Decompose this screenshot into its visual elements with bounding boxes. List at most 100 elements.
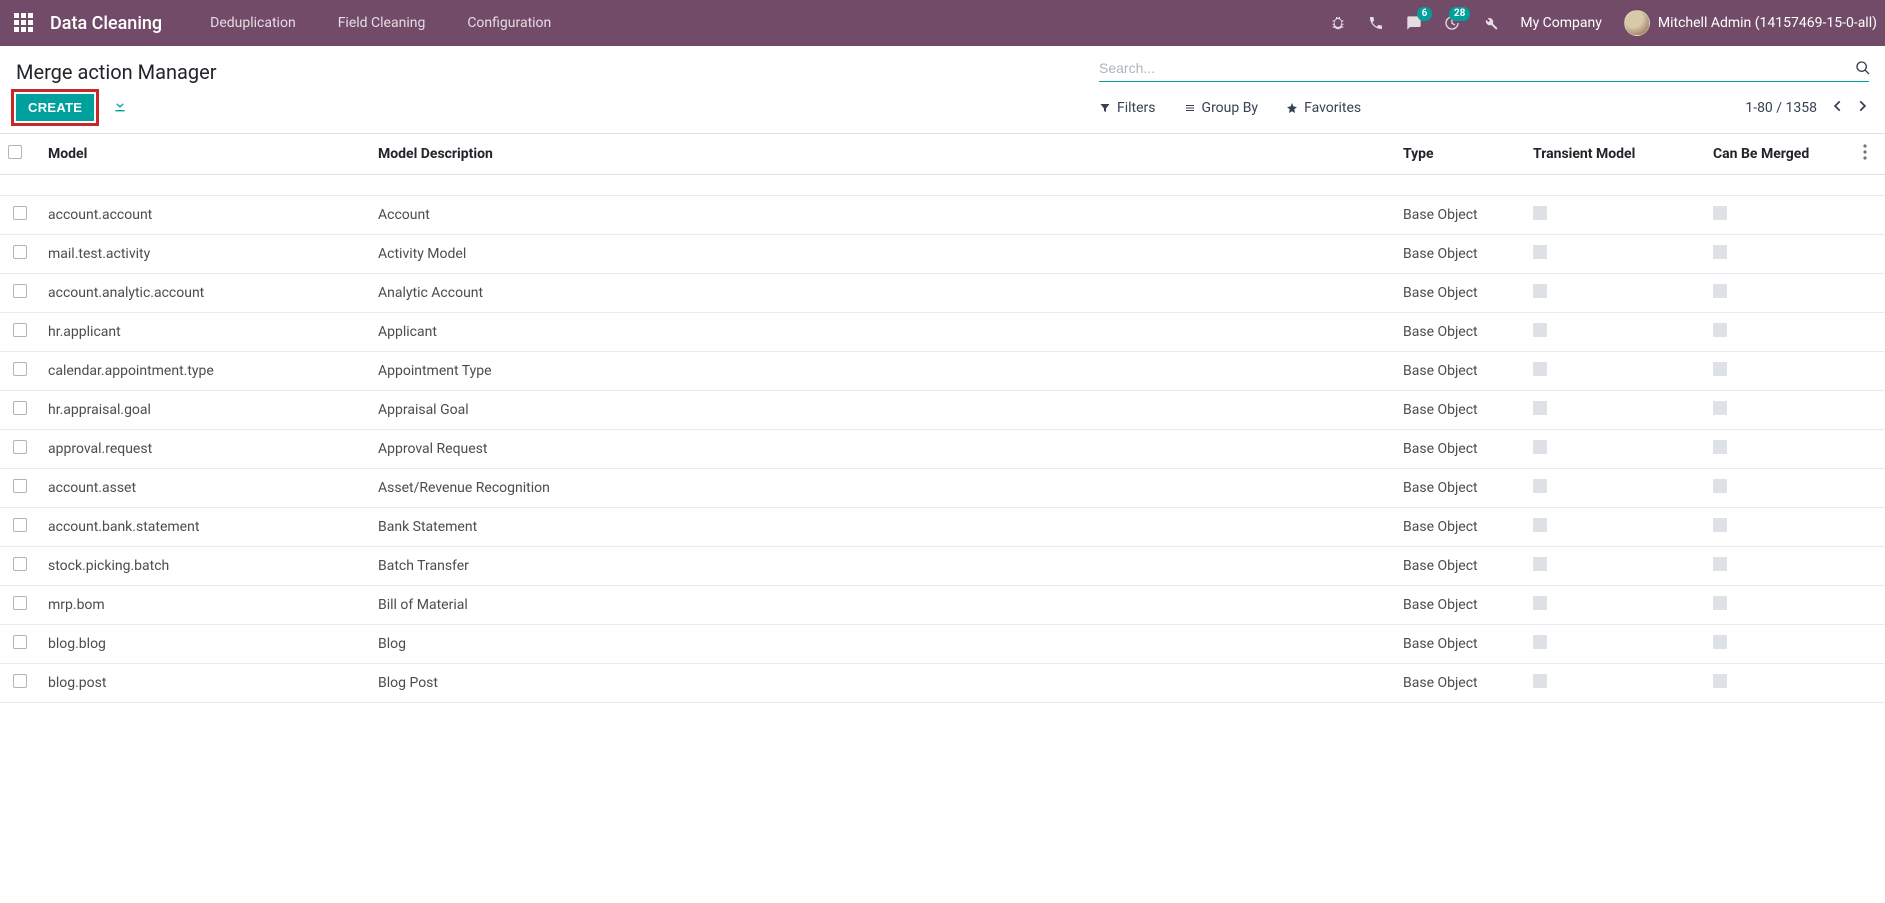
header-can-merge[interactable]: Can Be Merged — [1705, 134, 1855, 175]
table-row[interactable]: calendar.appointment.typeAppointment Typ… — [0, 352, 1885, 391]
cell-model: approval.request — [40, 430, 370, 469]
cell-can-merge — [1705, 508, 1855, 547]
can-merge-checkbox[interactable] — [1713, 362, 1727, 376]
can-merge-checkbox[interactable] — [1713, 635, 1727, 649]
favorites-button[interactable]: Favorites — [1286, 100, 1361, 116]
row-checkbox[interactable] — [13, 557, 27, 571]
transient-checkbox[interactable] — [1533, 245, 1547, 259]
table-row[interactable]: blog.postBlog PostBase Object — [0, 664, 1885, 703]
table-row[interactable]: hr.applicantApplicantBase Object — [0, 313, 1885, 352]
bug-icon[interactable] — [1330, 15, 1346, 31]
table-row[interactable]: hr.appraisal.goalAppraisal GoalBase Obje… — [0, 391, 1885, 430]
cell-transient — [1525, 430, 1705, 469]
can-merge-checkbox[interactable] — [1713, 206, 1727, 220]
transient-checkbox[interactable] — [1533, 479, 1547, 493]
cell-trailing — [1855, 469, 1885, 508]
row-checkbox[interactable] — [13, 440, 27, 454]
row-checkbox[interactable] — [13, 401, 27, 415]
group-by-label: Group By — [1202, 100, 1259, 116]
table-row[interactable]: stock.picking.batchBatch TransferBase Ob… — [0, 547, 1885, 586]
header-model[interactable]: Model — [40, 134, 370, 175]
cell-type: Base Object — [1395, 274, 1525, 313]
table-row[interactable]: approval.requestApproval RequestBase Obj… — [0, 430, 1885, 469]
nav-item-configuration[interactable]: Configuration — [467, 15, 551, 31]
create-button[interactable]: CREATE — [16, 94, 94, 121]
transient-checkbox[interactable] — [1533, 206, 1547, 220]
can-merge-checkbox[interactable] — [1713, 284, 1727, 298]
can-merge-checkbox[interactable] — [1713, 674, 1727, 688]
cell-transient — [1525, 547, 1705, 586]
row-checkbox-cell — [0, 196, 40, 235]
can-merge-checkbox[interactable] — [1713, 518, 1727, 532]
row-checkbox[interactable] — [13, 635, 27, 649]
apps-icon[interactable] — [14, 13, 34, 33]
header-description[interactable]: Model Description — [370, 134, 1395, 175]
can-merge-checkbox[interactable] — [1713, 596, 1727, 610]
funnel-icon — [1099, 102, 1111, 114]
row-checkbox[interactable] — [13, 323, 27, 337]
row-checkbox[interactable] — [13, 596, 27, 610]
row-checkbox[interactable] — [13, 674, 27, 688]
table-row[interactable]: account.analytic.accountAnalytic Account… — [0, 274, 1885, 313]
transient-checkbox[interactable] — [1533, 557, 1547, 571]
row-checkbox[interactable] — [13, 518, 27, 532]
messages-icon[interactable]: 6 — [1406, 15, 1422, 31]
transient-checkbox[interactable] — [1533, 596, 1547, 610]
cell-can-merge — [1705, 547, 1855, 586]
activities-icon[interactable]: 28 — [1444, 15, 1460, 31]
header-type[interactable]: Type — [1395, 134, 1525, 175]
cell-type: Base Object — [1395, 430, 1525, 469]
transient-checkbox[interactable] — [1533, 440, 1547, 454]
transient-checkbox[interactable] — [1533, 284, 1547, 298]
pager-prev[interactable] — [1831, 99, 1845, 117]
table-row[interactable]: account.assetAsset/Revenue RecognitionBa… — [0, 469, 1885, 508]
can-merge-checkbox[interactable] — [1713, 323, 1727, 337]
search-input[interactable] — [1099, 60, 1869, 76]
filters-button[interactable]: Filters — [1099, 100, 1156, 116]
nav-item-field-cleaning[interactable]: Field Cleaning — [338, 15, 426, 31]
can-merge-checkbox[interactable] — [1713, 401, 1727, 415]
header-transient[interactable]: Transient Model — [1525, 134, 1705, 175]
row-checkbox[interactable] — [13, 362, 27, 376]
search-icon[interactable] — [1855, 60, 1871, 80]
row-checkbox[interactable] — [13, 479, 27, 493]
cell-trailing — [1855, 547, 1885, 586]
transient-checkbox[interactable] — [1533, 323, 1547, 337]
download-icon[interactable] — [112, 98, 128, 118]
table-row[interactable]: account.accountAccountBase Object — [0, 196, 1885, 235]
row-checkbox[interactable] — [13, 206, 27, 220]
pager-next[interactable] — [1855, 99, 1869, 117]
company-switcher[interactable]: My Company — [1520, 15, 1602, 31]
cell-transient — [1525, 625, 1705, 664]
transient-checkbox[interactable] — [1533, 362, 1547, 376]
group-by-button[interactable]: Group By — [1184, 100, 1259, 116]
transient-checkbox[interactable] — [1533, 518, 1547, 532]
can-merge-checkbox[interactable] — [1713, 479, 1727, 493]
cell-trailing — [1855, 664, 1885, 703]
cell-type: Base Object — [1395, 352, 1525, 391]
row-checkbox[interactable] — [13, 284, 27, 298]
tools-icon[interactable] — [1482, 15, 1498, 31]
transient-checkbox[interactable] — [1533, 635, 1547, 649]
cell-type: Base Object — [1395, 625, 1525, 664]
can-merge-checkbox[interactable] — [1713, 440, 1727, 454]
row-checkbox[interactable] — [13, 245, 27, 259]
transient-checkbox[interactable] — [1533, 674, 1547, 688]
select-all-checkbox[interactable] — [8, 145, 22, 159]
phone-icon[interactable] — [1368, 15, 1384, 31]
cell-description: Asset/Revenue Recognition — [370, 469, 1395, 508]
table-row[interactable]: blog.blogBlogBase Object — [0, 625, 1885, 664]
table-row[interactable]: account.bank.statementBank StatementBase… — [0, 508, 1885, 547]
user-menu[interactable]: Mitchell Admin (14157469-15-0-all) — [1624, 10, 1877, 36]
app-title[interactable]: Data Cleaning — [50, 13, 162, 34]
table-row[interactable]: mail.test.activityActivity ModelBase Obj… — [0, 235, 1885, 274]
transient-checkbox[interactable] — [1533, 401, 1547, 415]
can-merge-checkbox[interactable] — [1713, 557, 1727, 571]
header-options[interactable] — [1855, 134, 1885, 175]
cell-model: stock.picking.batch — [40, 547, 370, 586]
can-merge-checkbox[interactable] — [1713, 245, 1727, 259]
table-row[interactable]: mrp.bomBill of MaterialBase Object — [0, 586, 1885, 625]
pager-text[interactable]: 1-80 / 1358 — [1745, 100, 1817, 116]
nav-item-deduplication[interactable]: Deduplication — [210, 15, 296, 31]
cell-can-merge — [1705, 352, 1855, 391]
